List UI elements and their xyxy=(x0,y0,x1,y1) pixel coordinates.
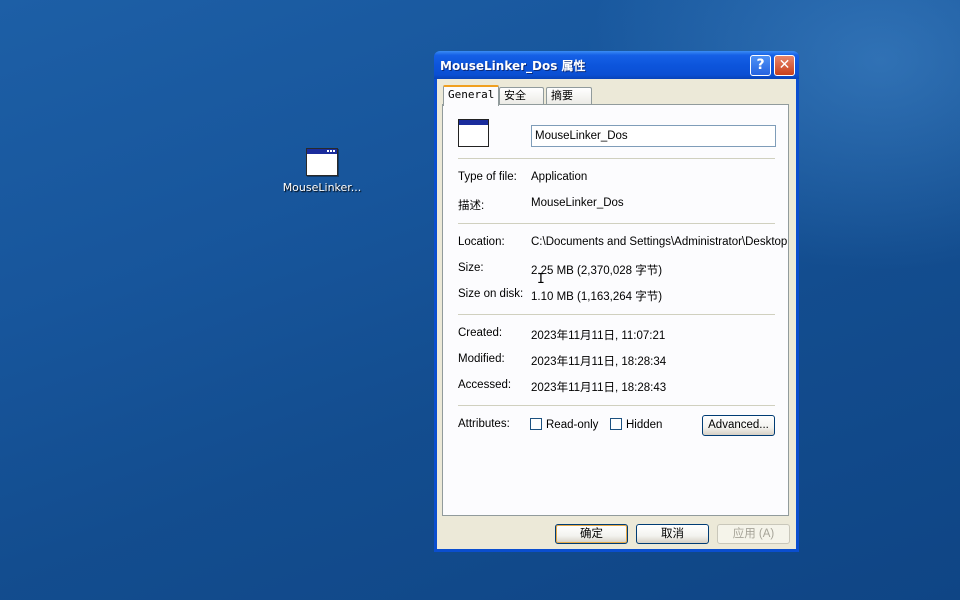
apply-button[interactable]: 应用 (A) xyxy=(717,524,790,544)
window-title: MouseLinker_Dos 属性 xyxy=(440,59,586,73)
help-button[interactable]: ? xyxy=(750,55,771,76)
readonly-checkbox[interactable]: Read-only xyxy=(530,418,598,431)
description-value: MouseLinker_Dos xyxy=(531,197,624,209)
properties-window: MouseLinker_Dos 属性 ? ✕ General 安全 摘要 Mou… xyxy=(434,51,799,552)
tab-security-label: 安全 xyxy=(504,89,526,102)
size-label: Size: xyxy=(458,262,484,274)
created-value: 2023年11月11日, 11:07:21 xyxy=(531,330,666,342)
hidden-checkbox[interactable]: Hidden xyxy=(610,418,662,431)
advanced-button[interactable]: Advanced... xyxy=(702,415,775,436)
tab-security[interactable]: 安全 xyxy=(499,87,544,104)
file-name-input[interactable]: MouseLinker_Dos xyxy=(531,125,776,147)
tab-summary-label: 摘要 xyxy=(551,89,573,102)
tab-summary[interactable]: 摘要 xyxy=(546,87,592,104)
dialog-body: General 安全 摘要 MouseLinker_Dos Type of fi… xyxy=(437,79,796,549)
application-icon xyxy=(458,119,489,147)
checkbox-box[interactable] xyxy=(610,418,622,430)
tab-general-label: General xyxy=(448,88,495,101)
close-icon: ✕ xyxy=(778,57,791,73)
hidden-label: Hidden xyxy=(626,419,663,431)
type-label: Type of file: xyxy=(458,171,517,183)
separator xyxy=(458,314,775,315)
accessed-label: Accessed: xyxy=(458,379,512,391)
size-value: 2.25 MB (2,370,028 字节) xyxy=(531,265,663,277)
tab-general[interactable]: General xyxy=(443,85,499,106)
separator xyxy=(458,405,775,406)
general-panel: MouseLinker_Dos Type of file: Applicatio… xyxy=(442,104,789,516)
accessed-value: 2023年11月11日, 18:28:43 xyxy=(531,382,667,394)
location-label: Location: xyxy=(458,236,505,248)
description-label: 描述: xyxy=(458,200,485,212)
type-value: Application xyxy=(531,171,588,183)
text-cursor-icon: I xyxy=(537,273,545,288)
separator xyxy=(458,158,775,159)
close-button[interactable]: ✕ xyxy=(774,55,795,76)
ok-button[interactable]: 确定 xyxy=(555,524,628,544)
help-icon: ? xyxy=(756,57,765,73)
application-icon xyxy=(306,148,338,176)
readonly-label: Read-only xyxy=(546,419,599,431)
size-on-disk-label: Size on disk: xyxy=(458,288,524,300)
modified-label: Modified: xyxy=(458,353,505,365)
separator xyxy=(458,223,775,224)
cancel-button[interactable]: 取消 xyxy=(636,524,709,544)
size-on-disk-value: 1.10 MB (1,163,264 字节) xyxy=(531,291,663,303)
desktop-file-icon[interactable]: MouseLinker... xyxy=(282,148,362,194)
attributes-label: Attributes: xyxy=(458,418,510,430)
modified-value: 2023年11月11日, 18:28:34 xyxy=(531,356,667,368)
title-bar[interactable]: MouseLinker_Dos 属性 ? ✕ xyxy=(434,51,799,79)
desktop-icon-label: MouseLinker... xyxy=(282,181,362,194)
location-value: C:\Documents and Settings\Administrator\… xyxy=(531,236,788,248)
checkbox-box[interactable] xyxy=(530,418,542,430)
created-label: Created: xyxy=(458,327,503,339)
